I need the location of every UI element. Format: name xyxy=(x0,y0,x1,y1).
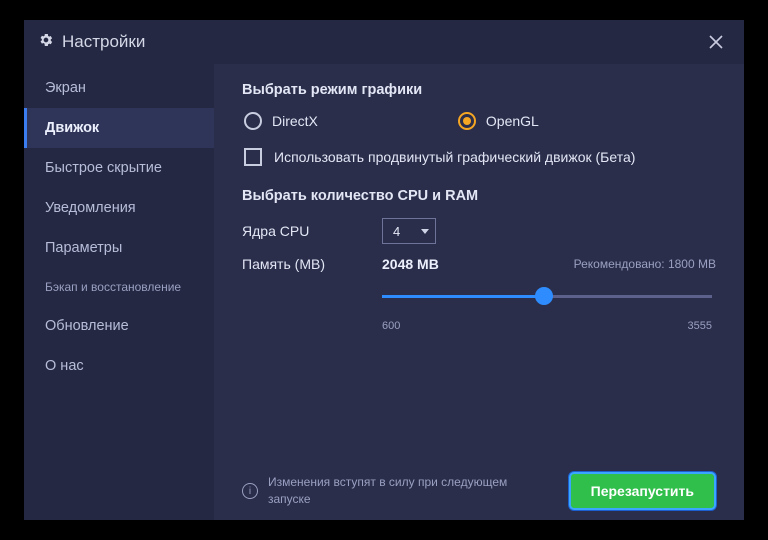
radio-label: OpenGL xyxy=(486,113,539,129)
memory-slider[interactable] xyxy=(382,286,712,306)
main-panel: Выбрать режим графики DirectX OpenGL Испо… xyxy=(214,64,744,520)
sidebar-item-2[interactable]: Быстрое скрытие xyxy=(24,148,214,188)
slider-range-labels: 600 3555 xyxy=(382,320,712,332)
close-icon xyxy=(708,34,724,50)
sidebar-item-3[interactable]: Уведомления xyxy=(24,188,214,228)
slider-min-label: 600 xyxy=(382,320,400,332)
close-button[interactable] xyxy=(704,30,728,54)
sidebar-item-0[interactable]: Экран xyxy=(24,68,214,108)
settings-window: Настройки ЭкранДвижокБыстрое скрытиеУвед… xyxy=(24,20,744,520)
memory-label: Память (MB) xyxy=(242,256,382,272)
chevron-down-icon xyxy=(421,229,429,234)
advanced-engine-checkbox[interactable] xyxy=(244,148,262,166)
cpu-cores-label: Ядра CPU xyxy=(242,223,382,239)
sidebar-item-6[interactable]: Обновление xyxy=(24,306,214,346)
graphics-mode-group: DirectX OpenGL xyxy=(242,112,716,130)
advanced-engine-label: Использовать продвинутый графический дви… xyxy=(274,149,635,165)
radio-icon xyxy=(244,112,262,130)
memory-value: 2048 MB xyxy=(382,256,439,272)
sidebar-item-5[interactable]: Бэкап и восстановление xyxy=(24,268,214,306)
slider-fill xyxy=(382,295,544,298)
footer: i Изменения вступят в силу при следующем… xyxy=(242,460,716,510)
sidebar-item-7[interactable]: О нас xyxy=(24,346,214,386)
slider-max-label: 3555 xyxy=(688,320,712,332)
sidebar-item-4[interactable]: Параметры xyxy=(24,228,214,268)
cpu-cores-select[interactable]: 4 xyxy=(382,218,436,244)
radio-icon xyxy=(458,112,476,130)
advanced-engine-row: Использовать продвинутый графический дви… xyxy=(242,148,716,166)
info-icon: i xyxy=(242,483,258,499)
window-title: Настройки xyxy=(62,32,145,52)
graphics-section-title: Выбрать режим графики xyxy=(242,82,716,98)
sidebar: ЭкранДвижокБыстрое скрытиеУведомленияПар… xyxy=(24,64,214,520)
footer-info-text: Изменения вступят в силу при следующем з… xyxy=(268,474,548,508)
gear-icon xyxy=(38,32,54,53)
cpu-ram-section-title: Выбрать количество CPU и RAM xyxy=(242,188,716,204)
sidebar-item-1[interactable]: Движок xyxy=(24,108,214,148)
titlebar: Настройки xyxy=(24,20,744,64)
memory-recommended: Рекомендовано: 1800 MB xyxy=(574,257,716,271)
slider-thumb[interactable] xyxy=(535,287,553,305)
graphics-radio-directx[interactable]: DirectX xyxy=(244,112,318,130)
cpu-cores-value: 4 xyxy=(393,224,400,239)
graphics-radio-opengl[interactable]: OpenGL xyxy=(458,112,539,130)
radio-label: DirectX xyxy=(272,113,318,129)
restart-button[interactable]: Перезапустить xyxy=(569,472,716,510)
